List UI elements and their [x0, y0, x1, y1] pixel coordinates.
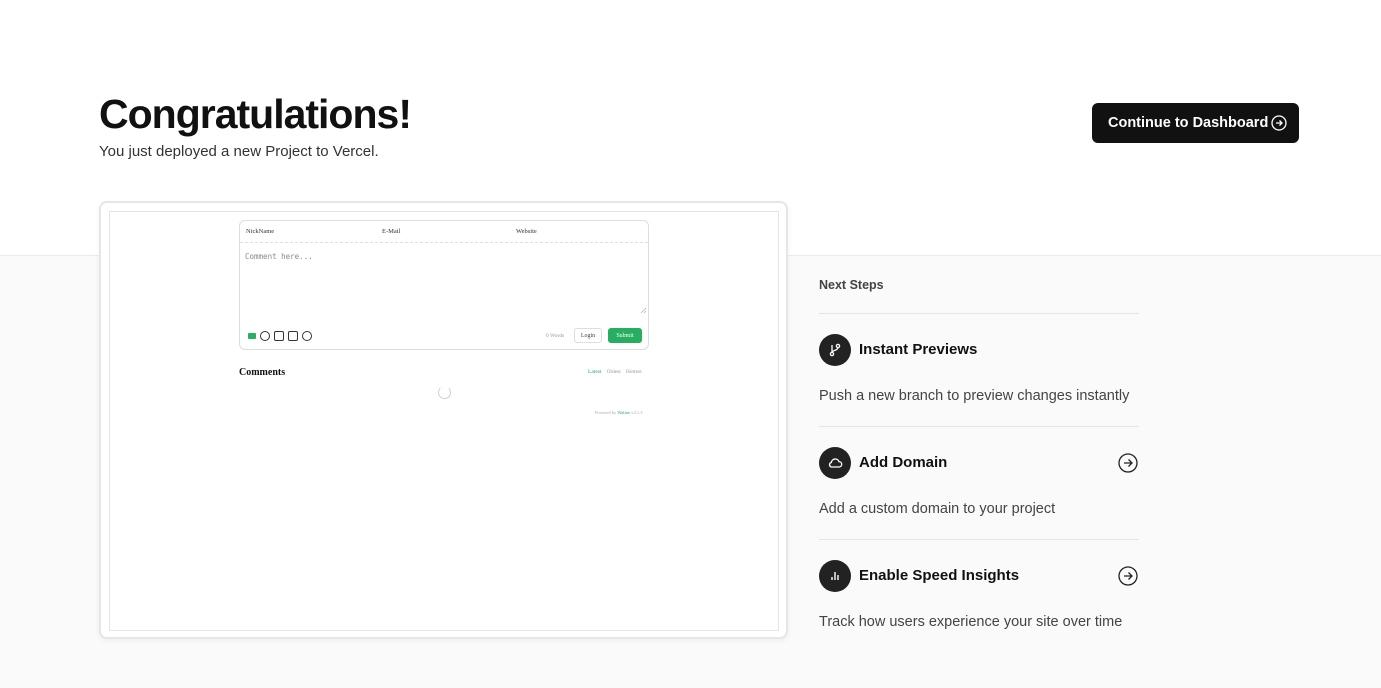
deployment-preview[interactable]: NickName E-Mail Website Comment here... … [99, 201, 788, 639]
comment-input: Comment here... [245, 252, 313, 261]
comment-sort: Latest Oldest Hottest [588, 369, 642, 375]
nickname-field: NickName [246, 228, 275, 235]
continue-to-dashboard-label: Continue to Dashboard [1108, 115, 1269, 131]
arrow-right-circle-icon[interactable] [1118, 453, 1138, 473]
submit-button: Submit [608, 328, 642, 343]
cloud-icon [819, 447, 851, 479]
comment-form: NickName E-Mail Website Comment here... … [239, 220, 649, 350]
step-add-domain-description: Add a custom domain to your project [819, 501, 1056, 517]
arrow-right-circle-icon[interactable] [1118, 566, 1138, 586]
divider [819, 313, 1139, 314]
comment-meta-fields: NickName E-Mail Website [240, 221, 648, 243]
git-branch-icon [819, 334, 851, 366]
step-add-domain-title: Add Domain [859, 454, 948, 471]
continue-to-dashboard-button[interactable]: Continue to Dashboard [1092, 103, 1299, 143]
preview-screenshot: NickName E-Mail Website Comment here... … [109, 211, 779, 631]
emoji-icon [260, 331, 270, 341]
powered-by: Powered by Waline v3.1.3 [595, 410, 643, 415]
step-speed-insights-title: Enable Speed Insights [859, 567, 1020, 584]
next-steps-title: Next Steps [819, 278, 884, 292]
login-button: Login [574, 328, 602, 343]
page-subtitle: You just deployed a new Project to Verce… [99, 143, 379, 160]
comments-heading: Comments [239, 367, 286, 378]
word-count: 0 Words [546, 333, 565, 339]
step-speed-insights-description: Track how users experience your site ove… [819, 614, 1123, 630]
bar-chart-icon [819, 560, 851, 592]
sort-oldest: Oldest [606, 369, 621, 375]
step-instant-previews-description: Push a new branch to preview changes ins… [819, 388, 1130, 404]
markdown-icon [248, 333, 256, 339]
sort-hottest: Hottest [625, 369, 642, 375]
divider [819, 539, 1139, 540]
loading-spinner-icon [438, 386, 451, 399]
page-title: Congratulations! [99, 91, 412, 137]
comment-toolbar [248, 331, 312, 341]
step-instant-previews-title: Instant Previews [859, 341, 978, 358]
email-field: E-Mail [382, 228, 401, 235]
arrow-right-circle-icon [1271, 115, 1287, 131]
divider [819, 426, 1139, 427]
sort-latest: Latest [588, 369, 602, 375]
gif-icon [274, 331, 284, 341]
preview-icon [302, 331, 312, 341]
resize-grip-icon [640, 307, 646, 313]
website-field: Website [516, 228, 537, 235]
image-icon [288, 331, 298, 341]
